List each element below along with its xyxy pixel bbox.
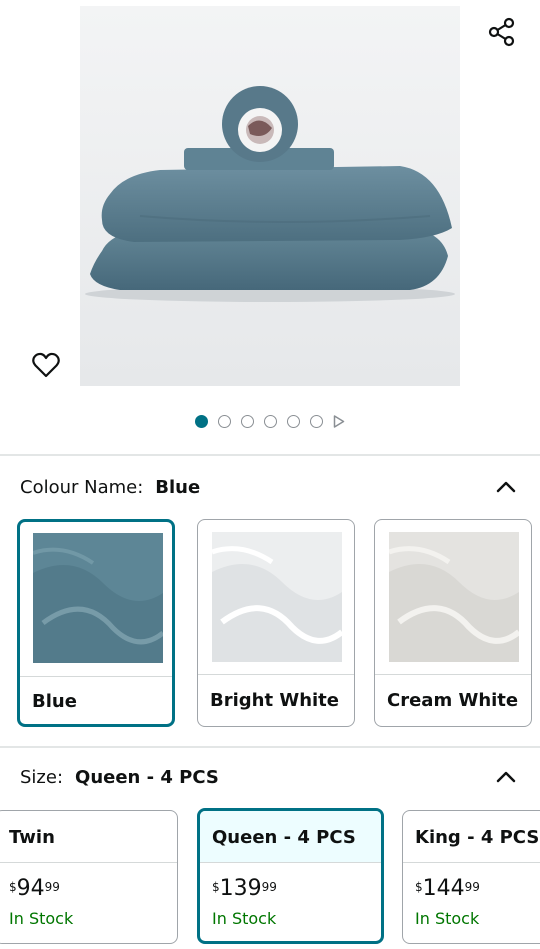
pagination-dot[interactable] (217, 414, 231, 428)
price: $ 139 99 (212, 876, 277, 901)
price: $ 94 99 (9, 876, 60, 901)
pagination-dot[interactable] (286, 414, 300, 428)
wishlist-button[interactable] (28, 347, 64, 383)
section-divider (0, 454, 540, 456)
size-option-label: Twin (9, 826, 55, 848)
colour-option-label: Bright White (210, 690, 339, 711)
product-gallery (0, 0, 540, 455)
size-option-label: Queen - 4 PCS (200, 811, 381, 863)
size-option-twin[interactable]: Twin $ 94 99 In Stock (0, 810, 178, 944)
pagination-dot[interactable] (309, 414, 323, 428)
size-label: Size: (20, 766, 64, 788)
size-header[interactable]: Size: Queen - 4 PCS (20, 765, 520, 789)
pagination-dot[interactable] (263, 414, 277, 428)
video-play-icon[interactable] (333, 414, 346, 428)
colour-option-cream-white[interactable]: Cream White (374, 519, 532, 727)
price: $ 144 99 (415, 876, 480, 901)
swatch-image (388, 532, 521, 662)
colour-selected-value: Blue (155, 476, 201, 498)
share-button[interactable] (484, 14, 520, 50)
colour-label: Colour Name: (20, 476, 144, 498)
pagination-dot[interactable] (240, 414, 254, 428)
colour-option-label: Cream White (387, 690, 519, 711)
colour-option-bright-white[interactable]: Bright White (197, 519, 355, 727)
colour-header[interactable]: Colour Name: Blue (20, 475, 520, 499)
heart-icon (32, 352, 60, 378)
chevron-up-icon[interactable] (492, 475, 520, 499)
swatch-image (32, 533, 165, 663)
share-icon (488, 17, 515, 47)
chevron-up-icon[interactable] (492, 765, 520, 789)
colour-option-blue[interactable]: Blue (17, 519, 175, 727)
product-image[interactable] (80, 6, 460, 386)
size-selected-value: Queen - 4 PCS (75, 766, 219, 788)
pagination-dot[interactable] (194, 414, 208, 428)
stock-status: In Stock (9, 909, 74, 928)
colour-option-label: Blue (32, 691, 77, 712)
stock-status: In Stock (415, 909, 480, 928)
section-divider (0, 746, 540, 748)
stock-status: In Stock (212, 909, 277, 928)
swatch-image (211, 532, 344, 662)
size-option-king[interactable]: King - 4 PCS ( $ 144 99 In Stock (402, 810, 540, 944)
image-pagination (0, 412, 540, 430)
size-option-queen[interactable]: Queen - 4 PCS $ 139 99 In Stock (197, 808, 384, 944)
size-option-label: King - 4 PCS ( (415, 826, 540, 848)
